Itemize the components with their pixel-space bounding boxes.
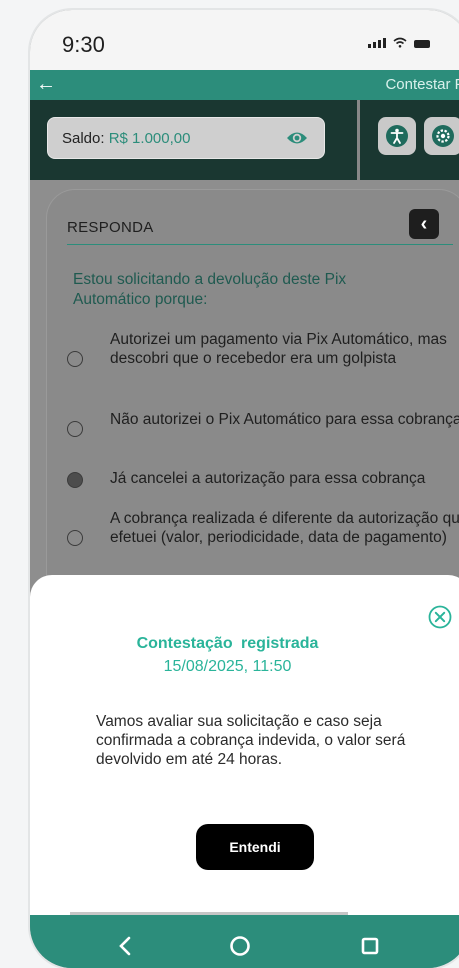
status-icons: [368, 37, 430, 48]
gear-icon: [432, 125, 454, 147]
balance-box: Saldo: R$ 1.000,00: [47, 117, 325, 159]
status-bar: 9:30: [30, 10, 459, 70]
accessibility-icon: [386, 125, 408, 147]
wifi-icon: [393, 37, 407, 48]
close-circle-icon[interactable]: [428, 605, 452, 629]
page-title: Contestar Pi: [385, 76, 459, 93]
radio-button[interactable]: [67, 530, 83, 546]
nav-back-icon[interactable]: [112, 933, 138, 959]
toolbar-divider: [357, 100, 360, 180]
nav-recent-icon[interactable]: [357, 933, 383, 959]
option-different-charge[interactable]: A cobrança realizada é diferente da auto…: [62, 509, 459, 547]
chevron-left-icon[interactable]: ‹: [409, 209, 439, 239]
option-label: Não autorizei o Pix Automático para essa…: [110, 411, 459, 428]
back-arrow-icon[interactable]: ←: [36, 73, 56, 96]
sheet-datetime: 15/08/2025, 11:50: [163, 658, 292, 675]
balance-label: Saldo:: [62, 130, 105, 147]
option-label: Já cancelei a autorização para essa cobr…: [110, 470, 426, 487]
accessibility-button[interactable]: [378, 117, 416, 155]
radio-button[interactable]: [67, 472, 83, 488]
system-nav-bar: [30, 915, 459, 968]
radio-button[interactable]: [67, 351, 83, 367]
signal-icon: [368, 38, 386, 48]
balance-value: R$ 1.000,00: [108, 130, 191, 147]
card-title: RESPONDA: [67, 219, 154, 236]
sheet-message: Vamos avaliar sua solicitação e caso sej…: [96, 713, 406, 768]
understood-button[interactable]: Entendi: [196, 824, 314, 870]
sheet-title: Contestação registrada: [136, 635, 319, 652]
response-card: RESPONDA ‹ Estou solicitando a devolução…: [47, 190, 459, 630]
option-scam[interactable]: Autorizei um pagamento via Pix Automátic…: [62, 330, 459, 368]
nav-home-icon[interactable]: [227, 933, 253, 959]
eye-icon[interactable]: [286, 129, 308, 147]
battery-icon: [414, 40, 430, 48]
status-time: 9:30: [62, 32, 105, 57]
balance-toolbar: Saldo: R$ 1.000,00: [30, 100, 459, 180]
balance-text: Saldo: R$ 1.000,00: [62, 130, 190, 147]
option-already-canceled[interactable]: Já cancelei a autorização para essa cobr…: [62, 469, 459, 488]
card-header: RESPONDA ‹: [67, 209, 453, 245]
question-text: Estou solicitando a devolução deste Pix …: [73, 271, 347, 308]
option-label: Autorizei um pagamento via Pix Automátic…: [110, 331, 447, 367]
phone-frame: 9:30 ← Contestar Pi Saldo: R$ 1.000,00: [30, 10, 459, 968]
confirmation-sheet: Contestação registrada 15/08/2025, 11:50…: [30, 575, 459, 915]
radio-button[interactable]: [67, 421, 83, 437]
app-bar: ← Contestar Pi: [30, 70, 459, 100]
settings-button[interactable]: [424, 117, 459, 155]
option-not-authorized[interactable]: Não autorizei o Pix Automático para essa…: [62, 410, 459, 437]
option-label: A cobrança realizada é diferente da auto…: [110, 510, 459, 546]
